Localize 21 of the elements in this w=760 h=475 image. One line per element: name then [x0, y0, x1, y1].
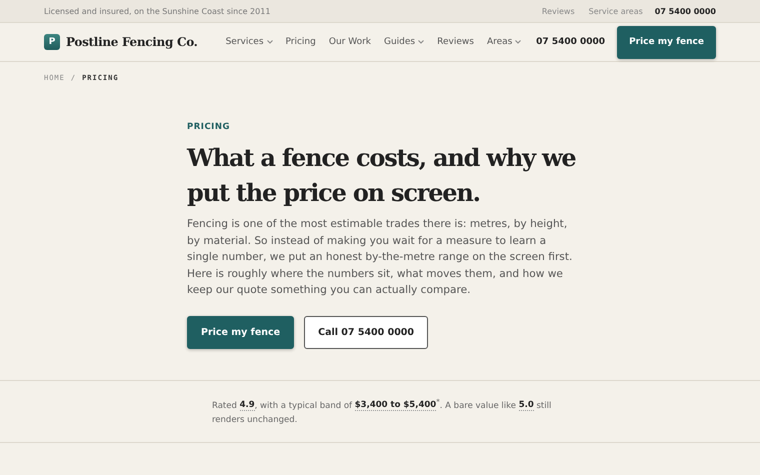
eyebrow-label: PRICING	[187, 122, 231, 132]
page-heading: What a fence costs, and why we put the price on screen.	[187, 142, 577, 209]
chevron-down-icon	[266, 40, 273, 44]
chevron-down-icon	[418, 40, 424, 44]
tagline: Licensed and insured, on the Sunshine Coast since 2011	[44, 6, 270, 16]
phone-link[interactable]: 07 5400 0000	[654, 6, 716, 16]
nav-link[interactable]: Pricing	[286, 37, 316, 47]
brand-name[interactable]: Postline Fencing Co.	[66, 35, 198, 49]
logo-icon[interactable]: P	[44, 34, 60, 50]
price-button[interactable]: Price my fence	[617, 26, 716, 58]
nav-link[interactable]: Areas	[486, 37, 522, 47]
chevron-down-icon	[515, 40, 522, 44]
nav-link[interactable]: Guides	[384, 37, 424, 47]
call-button[interactable]: Call 07 5400 0000	[304, 316, 428, 348]
intro-paragraph: Fencing is one of the most estimable trades there is: metres, by height, by material. So instead of making you wait for a measure to learn a single number, we put an honest by-the-metre range on the screen first. Here is roughly where the numbers sit, what moves them, and how we keep our quote something you can actually compare.	[187, 217, 574, 298]
nav-link[interactable]: Our Work	[328, 37, 371, 47]
phone-link[interactable]: 07 5400 0000	[536, 37, 606, 47]
price-button[interactable]: Price my fence	[187, 316, 294, 348]
rating-note: Rated 4.9, with a typical band of $3,400 to $5,400$^{*}$. A bare value like 5.0 still renders unchanged.	[212, 396, 552, 427]
nav-link[interactable]: Services	[226, 37, 273, 47]
nav-link[interactable]: Reviews	[437, 37, 474, 47]
